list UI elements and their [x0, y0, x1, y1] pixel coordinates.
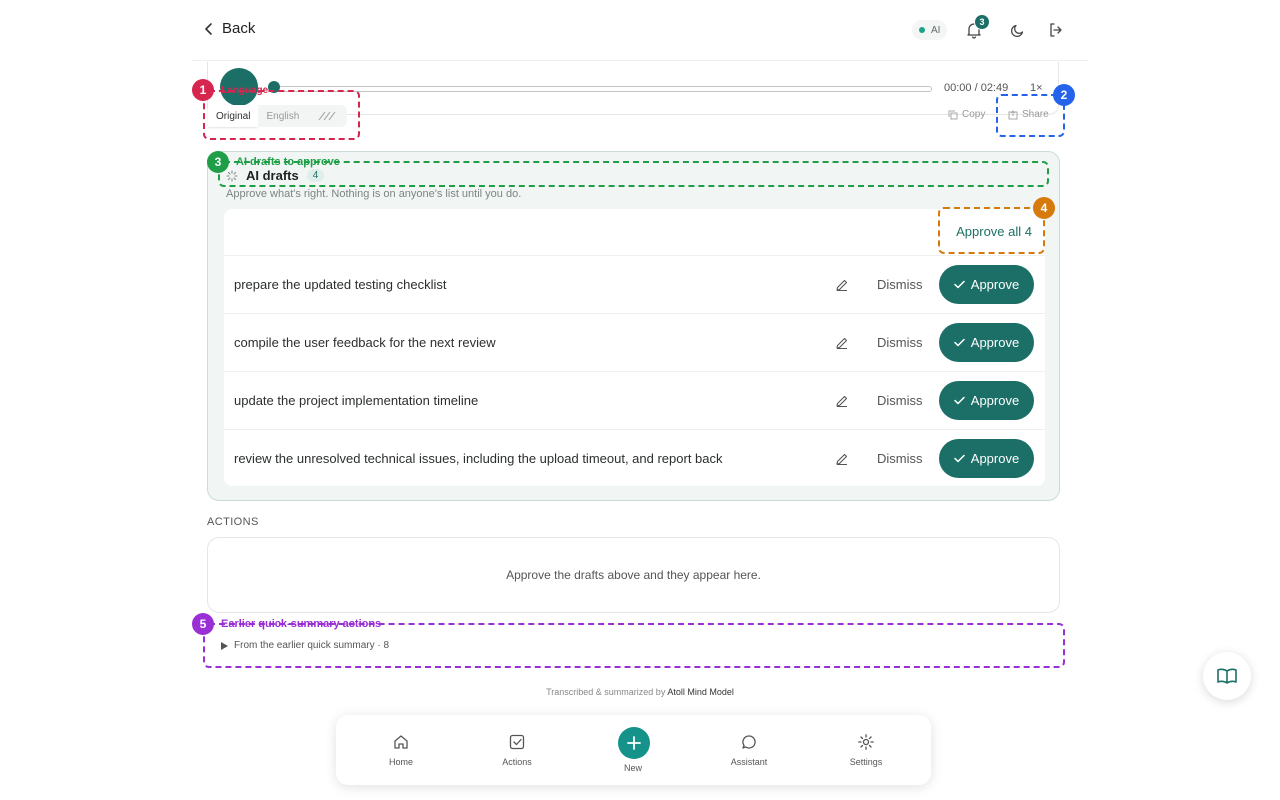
check-icon: [954, 396, 965, 405]
copy-icon: [948, 110, 958, 120]
pencil-icon[interactable]: [835, 278, 849, 292]
draft-text: prepare the updated testing checklist: [234, 277, 447, 292]
annotation-label-1: Language: [221, 85, 269, 96]
ai-status-label: AI: [931, 24, 941, 36]
nav-actions-label: Actions: [502, 757, 532, 767]
pencil-icon[interactable]: [835, 394, 849, 408]
plus-icon: [627, 736, 641, 750]
pencil-icon[interactable]: [835, 336, 849, 350]
annotation-number-2: 2: [1053, 84, 1075, 106]
approve-button[interactable]: Approve: [939, 265, 1034, 304]
ai-drafts-panel: AI drafts 4 Approve what's right. Nothin…: [207, 151, 1060, 501]
time-readout: 00:00 / 02:49: [944, 82, 1009, 94]
approve-button[interactable]: Approve: [939, 439, 1034, 478]
book-icon: [1216, 667, 1238, 685]
copy-label: Copy: [962, 109, 986, 120]
new-button[interactable]: [618, 727, 650, 759]
progress-track[interactable]: [272, 86, 932, 92]
speed-button[interactable]: 1×: [1030, 82, 1043, 94]
annotation-box-4: [938, 207, 1045, 254]
actions-empty-state: Approve the drafts above and they appear…: [207, 537, 1060, 613]
dismiss-button[interactable]: Dismiss: [877, 393, 923, 408]
annotation-number-3: 3: [207, 151, 229, 173]
credit-model: Atoll Mind Model: [667, 687, 734, 697]
checkbox-icon: [477, 733, 557, 751]
status-dot: [919, 27, 925, 33]
approve-label: Approve: [970, 277, 1020, 292]
annotation-number-5: 5: [192, 613, 214, 635]
nav-assistant-label: Assistant: [730, 757, 768, 767]
chevron-left-icon: [204, 22, 214, 36]
gear-icon: [826, 733, 906, 751]
draft-row: prepare the updated testing checklist Di…: [224, 256, 1045, 314]
dismiss-button[interactable]: Dismiss: [877, 335, 923, 350]
annotation-label-3: AI drafts to approve: [236, 156, 340, 168]
back-button[interactable]: Back: [204, 20, 255, 37]
approve-label: Approve: [970, 335, 1020, 350]
approve-label: Approve: [970, 451, 1020, 466]
draft-text: compile the user feedback for the next r…: [234, 335, 496, 350]
logout-icon[interactable]: [1048, 22, 1064, 38]
drafts-list: Approve all 4 prepare the updated testin…: [224, 209, 1045, 486]
draft-row: review the unresolved technical issues, …: [224, 430, 1045, 488]
nav-new-label: New: [623, 763, 642, 773]
back-label: Back: [222, 20, 256, 37]
book-button[interactable]: [1203, 652, 1251, 700]
top-bar: Back AI 3: [192, 0, 1088, 61]
nav-home-label: Home: [388, 757, 413, 767]
approve-label: Approve: [970, 393, 1020, 408]
annotation-number-1: 1: [192, 79, 214, 101]
credit-prefix: Transcribed & summarized by: [546, 687, 666, 697]
nav-actions[interactable]: Actions: [477, 729, 557, 767]
page: Back AI 3 00:00 / 02:49 1× Original Engl…: [0, 0, 1280, 800]
notification-badge: 3: [974, 14, 990, 30]
draft-text: update the project implementation timeli…: [234, 393, 479, 408]
draft-row: compile the user feedback for the next r…: [224, 314, 1045, 372]
bottom-nav: Home Actions New Assistant Settings: [336, 715, 931, 785]
draft-text: review the unresolved technical issues, …: [234, 451, 723, 466]
annotation-number-4: 4: [1033, 197, 1055, 219]
chat-bubble-icon: [709, 733, 789, 751]
moon-icon[interactable]: [1010, 22, 1026, 38]
annotation-label-5: Earlier quick-summary actions: [221, 618, 382, 630]
nav-settings[interactable]: Settings: [826, 729, 906, 767]
nav-assistant[interactable]: Assistant: [709, 729, 789, 767]
copy-button[interactable]: Copy: [948, 109, 985, 120]
home-icon: [361, 733, 441, 751]
check-icon: [954, 280, 965, 289]
approve-button[interactable]: Approve: [939, 381, 1034, 420]
annotation-box-3: [218, 161, 1049, 187]
annotation-box-1: [203, 90, 360, 140]
footer-credit: Transcribed & summarized by Atoll Mind M…: [0, 687, 1280, 697]
actions-heading: ACTIONS: [207, 516, 259, 528]
dismiss-button[interactable]: Dismiss: [877, 277, 923, 292]
draft-row: update the project implementation timeli…: [224, 372, 1045, 430]
nav-settings-label: Settings: [849, 757, 883, 767]
nav-home[interactable]: Home: [361, 729, 441, 767]
ai-status-badge: AI: [912, 20, 948, 40]
pencil-icon[interactable]: [835, 452, 849, 466]
approve-all-row: Approve all 4: [224, 209, 1045, 256]
actions-empty-text: Approve the drafts above and they appear…: [506, 568, 761, 582]
check-icon: [954, 338, 965, 347]
drafts-subtitle: Approve what's right. Nothing is on anyo…: [226, 188, 522, 200]
check-icon: [954, 454, 965, 463]
approve-button[interactable]: Approve: [939, 323, 1034, 362]
dismiss-button[interactable]: Dismiss: [877, 451, 923, 466]
